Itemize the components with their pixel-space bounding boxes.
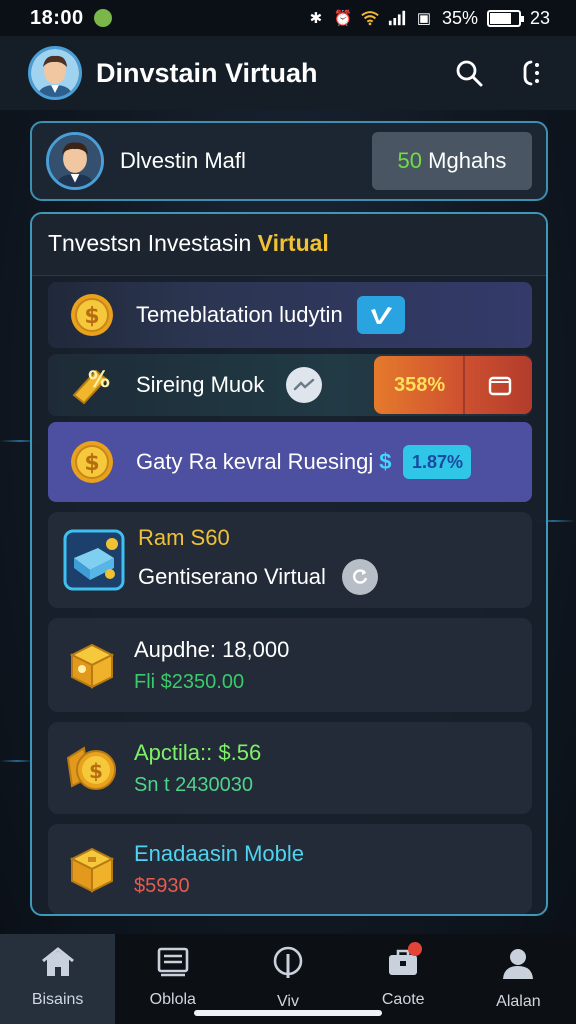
profile-stat-badge[interactable]: 50 Mghahs bbox=[372, 132, 532, 190]
svg-text:$: $ bbox=[89, 759, 103, 783]
card-value: Sn t 2430030 bbox=[134, 773, 253, 796]
investment-card[interactable]: Ram S60 Gentiserano Virtual bbox=[48, 512, 532, 608]
battery-icon bbox=[486, 9, 524, 27]
currency-symbol: $ bbox=[379, 449, 392, 474]
profile-stat-label: Mghahs bbox=[428, 148, 507, 173]
home-indicator[interactable] bbox=[194, 1010, 382, 1016]
refresh-icon[interactable] bbox=[341, 559, 378, 595]
svg-text:$: $ bbox=[84, 304, 99, 329]
cash-box-icon bbox=[62, 528, 126, 592]
nav-label: Viv bbox=[277, 993, 299, 1010]
nav-item-home[interactable]: Bisains bbox=[0, 934, 116, 1024]
rate-pill[interactable]: 1.87% bbox=[403, 445, 472, 479]
nav-label: Bisains bbox=[31, 991, 84, 1008]
avatar[interactable] bbox=[28, 46, 82, 100]
nav-label: Alalan bbox=[496, 993, 541, 1010]
treasure-box-icon bbox=[62, 635, 122, 695]
investment-card[interactable]: $ Apctila:: $.56 Sn t 2430030 bbox=[48, 722, 532, 814]
svg-text:$: $ bbox=[84, 451, 99, 476]
signal-icon bbox=[388, 9, 406, 27]
profile-avatar bbox=[46, 132, 104, 190]
list-icon bbox=[155, 946, 191, 983]
card-amount: Apctila:: $.56 bbox=[134, 739, 262, 765]
status-icons: ✱ ⏰ ▣ 35% 23 bbox=[307, 8, 550, 29]
svg-text:%: % bbox=[88, 368, 110, 393]
nav-label: Caote bbox=[381, 991, 425, 1008]
more-options-icon[interactable] bbox=[518, 58, 548, 88]
sim-icon: ▣ bbox=[416, 10, 432, 27]
vimeo-icon[interactable] bbox=[356, 296, 405, 334]
alarm-icon: ⏰ bbox=[333, 10, 353, 27]
card-amount: Enadaasin Moble bbox=[134, 840, 305, 866]
battery-percent: 35% bbox=[441, 7, 478, 28]
search-icon[interactable] bbox=[454, 58, 484, 88]
treasure-box-icon bbox=[62, 839, 122, 899]
notification-badge bbox=[407, 942, 422, 956]
wallet-icon bbox=[487, 373, 513, 397]
person-icon bbox=[500, 946, 536, 985]
card-value: Fli $2350.00 bbox=[134, 670, 245, 693]
investment-row[interactable]: $ Gaty Ra kevral Ruesingj $ 1.87% bbox=[48, 422, 532, 502]
trend-icon[interactable] bbox=[286, 367, 323, 403]
coin-stack-icon: $ bbox=[62, 738, 122, 798]
wifi-icon bbox=[361, 9, 379, 27]
status-bar: 18:00 ✱ ⏰ ▣ 35% 23 bbox=[0, 0, 576, 36]
investment-card[interactable]: Enadaasin Moble $5930 bbox=[48, 824, 532, 914]
app-bar: Dinvstain Virtuah bbox=[0, 36, 576, 110]
gold-coin-icon: $ bbox=[62, 432, 122, 492]
profile-card[interactable]: Dlvestin Mafl 50 Mghahs bbox=[30, 121, 548, 201]
profile-name: Dlvestin Mafl bbox=[120, 148, 246, 173]
bluetooth-icon: ✱ bbox=[309, 10, 323, 27]
gold-coin-icon: $ bbox=[62, 285, 122, 345]
percent-tag-icon: % bbox=[62, 355, 122, 415]
return-rate-value: 358% bbox=[394, 373, 446, 396]
notification-dot-icon bbox=[93, 9, 112, 27]
row-label: Temeblatation ludytin bbox=[136, 302, 343, 327]
return-rate-pill[interactable]: 358% bbox=[374, 356, 532, 414]
card-value: $5930 bbox=[134, 874, 190, 897]
panel-title-highlight: Virtual bbox=[257, 230, 329, 256]
row-label: Sireing Muok bbox=[136, 372, 265, 397]
card-amount: Aupdhe: 18,000 bbox=[134, 636, 290, 662]
investment-panel: Tnvestsn Investasin Virtual $ Temeblatat… bbox=[30, 212, 548, 916]
rate-value: 1.87% bbox=[411, 451, 463, 472]
investment-row[interactable]: % Sireing Muok 358% bbox=[48, 354, 532, 416]
panel-title: Tnvestsn Investasin bbox=[48, 230, 258, 256]
investment-card[interactable]: Aupdhe: 18,000 Fli $2350.00 bbox=[48, 618, 532, 712]
location-icon bbox=[270, 946, 306, 985]
nav-item-profile[interactable]: Alalan bbox=[461, 934, 576, 1024]
card-subtitle: Gentiserano Virtual bbox=[138, 564, 326, 589]
nav-label: Oblola bbox=[149, 991, 196, 1008]
status-time: 18:00 bbox=[30, 6, 84, 29]
card-amount: Ram S60 bbox=[138, 525, 230, 550]
app-title: Dinvstain Virtuah bbox=[96, 57, 318, 88]
row-label: Gaty Ra kevral Ruesingj bbox=[136, 449, 374, 474]
profile-stat-number: 50 bbox=[397, 148, 423, 173]
home-icon bbox=[40, 946, 76, 983]
status-extra: 23 bbox=[529, 7, 550, 28]
investment-row[interactable]: $ Temeblatation ludytin bbox=[48, 282, 532, 348]
panel-header: Tnvestsn Investasin Virtual bbox=[32, 214, 546, 276]
